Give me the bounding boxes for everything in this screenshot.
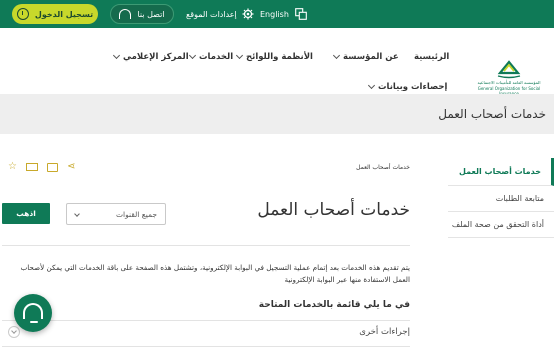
headset-icon [23, 303, 43, 319]
services-list-title: في ما يلي قائمة بالخدمات المتاحة [258, 300, 410, 310]
sidebar-item-track-requests[interactable]: متابعة الطلبات [448, 186, 554, 212]
settings-label: إعدادات الموقع [186, 9, 237, 19]
channel-select[interactable]: جميع القنوات [66, 203, 166, 225]
nav-item-about[interactable]: عن المؤسسة [332, 51, 399, 62]
sidebar-item-label: أداة التحقق من صحة الملف [451, 220, 544, 229]
main-nav: الرئيسية عن المؤسسة الأنظمة واللوائح الخ… [0, 28, 554, 96]
language-switch[interactable]: English [260, 0, 307, 28]
site-settings-link[interactable]: إعدادات الموقع [186, 0, 254, 28]
contact-button[interactable]: اتصل بنا [110, 4, 174, 24]
sidebar: خدمات أصحاب العمل متابعة الطلبات أداة ال… [448, 158, 554, 238]
nav-item-media[interactable]: المركز الإعلامي [112, 51, 189, 62]
nav-home-label: الرئيسية [414, 52, 450, 62]
divider [2, 346, 410, 347]
nav-item-home[interactable]: الرئيسية [414, 52, 449, 62]
page-title: خدمات أصحاب العمل [257, 200, 410, 220]
logo-mark-icon [497, 60, 521, 79]
channel-select-value: جميع القنوات [115, 209, 157, 219]
logo-arabic-name: المؤسسة العامة للتأمينات الاجتماعية [477, 80, 541, 85]
share-icon[interactable]: ⋖ [67, 162, 75, 172]
chevron-down-icon [112, 51, 121, 60]
chevron-down-icon [235, 51, 244, 60]
mic-icon [30, 321, 38, 323]
nav-services-label: الخدمات [199, 52, 234, 62]
gear-icon [242, 8, 254, 20]
chevron-down-icon [74, 211, 80, 217]
gosi-logo[interactable]: المؤسسة العامة للتأمينات الاجتماعية Gene… [470, 58, 548, 98]
nav-regulations-label: الأنظمة واللوائح [246, 52, 313, 62]
power-icon [16, 8, 29, 20]
print-icon[interactable] [46, 162, 58, 172]
page-header-band: خدمات أصحاب العمل [0, 94, 554, 134]
star-icon[interactable]: ☆ [8, 162, 17, 172]
nav-item-regulations[interactable]: الأنظمة واللوائح [235, 51, 313, 62]
nav-item-services[interactable]: الخدمات [188, 51, 234, 62]
language-label: English [260, 9, 289, 19]
mail-icon[interactable] [25, 163, 38, 171]
chevron-down-icon [188, 51, 197, 60]
login-label: تسجيل الدخول [34, 9, 94, 19]
login-button[interactable]: تسجيل الدخول [12, 4, 98, 24]
sidebar-item-file-validation[interactable]: أداة التحقق من صحة الملف [448, 212, 554, 238]
list-item[interactable]: إجراءات أخرى [359, 327, 410, 337]
expand-chevron-icon[interactable] [8, 326, 20, 338]
breadcrumb[interactable]: خدمات أصحاب العمل [352, 164, 410, 171]
sidebar-item-employer-services[interactable]: خدمات أصحاب العمل [448, 158, 554, 186]
page-description: يتم تقديم هذه الخدمات بعد إتمام عملية ال… [20, 263, 410, 284]
translate-icon [295, 8, 307, 20]
top-bar: تسجيل الدخول اتصل بنا إعدادات الموقع Eng… [0, 0, 554, 28]
chevron-down-icon [367, 81, 376, 90]
band-title: خدمات أصحاب العمل [438, 107, 546, 121]
divider [2, 245, 410, 246]
contact-label: اتصل بنا [137, 9, 165, 19]
nav-statistics-label: إحصاءات وبيانات [378, 82, 448, 92]
chevron-down-icon [332, 51, 341, 60]
nav-about-label: عن المؤسسة [343, 52, 399, 62]
sidebar-item-label: متابعة الطلبات [495, 194, 544, 203]
headset-icon [119, 9, 132, 19]
nav-item-statistics[interactable]: إحصاءات وبيانات [367, 81, 448, 92]
divider [2, 320, 410, 321]
sidebar-item-label: خدمات أصحاب العمل [459, 167, 541, 176]
go-button[interactable]: اذهب [2, 203, 50, 224]
share-toolbar: ☆ ⋖ [8, 162, 75, 172]
nav-media-label: المركز الإعلامي [123, 52, 189, 62]
chat-support-button[interactable] [14, 294, 52, 332]
